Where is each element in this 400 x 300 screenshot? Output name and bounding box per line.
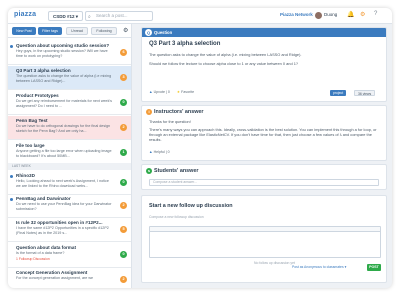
instructor-thanks: Thanks for the question!	[149, 119, 191, 124]
instructor-actions: ▲ Helpful | 0	[149, 150, 170, 154]
favorite-button[interactable]: Favorite	[181, 90, 194, 94]
followup-label: Compose a new followup discussion	[149, 215, 204, 219]
answer-count-badge: 6	[120, 49, 127, 56]
post-preview: Do we need to use your PennBag idea for …	[16, 202, 112, 211]
bell-icon[interactable]: 🔔	[347, 11, 354, 18]
user-name[interactable]: Duong	[324, 12, 337, 17]
day-separator: LAST WEEK	[8, 163, 131, 170]
post-preview: Do we get any reimbursement for material…	[16, 99, 113, 108]
post-title: Product Prototypes	[16, 93, 59, 98]
post-as-selector[interactable]: Post as Anonymous to classmates ▾	[292, 265, 346, 269]
question-header: Q Question	[142, 28, 386, 37]
following-filter[interactable]: Following	[91, 27, 117, 35]
student-answer-title: Students' answer	[154, 168, 199, 174]
post-list-item[interactable]: Penn Bag Test Do we have to do orthogonal…	[8, 116, 131, 140]
followup-badge: 1 Followup Discussion	[16, 257, 50, 261]
post-title: Penn Bag Test	[16, 118, 48, 123]
app-window: piazza CSDD #12 ▾ ⌕ Search a post... Pia…	[8, 8, 392, 288]
logo[interactable]: piazza	[14, 11, 36, 18]
answer-count-badge: 1	[120, 149, 127, 156]
gear-icon[interactable]: ⚙	[123, 27, 128, 34]
post-list-item[interactable]: Concept Generation Assignment For the con…	[8, 268, 131, 288]
post-title: Concept Generation Assignment	[16, 270, 88, 275]
upvote-icon[interactable]: ▲	[149, 90, 153, 94]
folder-tag[interactable]: project	[330, 90, 347, 96]
question-card: Q Question Q3 Part 3 alpha selection The…	[141, 27, 387, 102]
post-list-item[interactable]: Question about data format Is the format …	[8, 243, 131, 268]
instructor-answer-card: i Instructors' answer Thanks for the que…	[141, 105, 387, 161]
helpful-count[interactable]: Helpful | 0	[154, 150, 170, 154]
post-list-item[interactable]: PennBag and Darwinator Do we need to use …	[8, 194, 131, 218]
post-title: Question about upcoming studio session?	[16, 43, 110, 48]
student-answer-input[interactable]: Compose a student answer...	[149, 179, 379, 186]
answer-count-badge: 3	[120, 74, 127, 81]
question-icon: Q	[145, 29, 152, 36]
post-list-item[interactable]: Is rule 32 opportunities open in #12P2..…	[8, 218, 131, 242]
question-body-1: The question asks to change the value of…	[149, 52, 302, 57]
unread-dot	[10, 198, 13, 201]
thumbs-up-icon[interactable]: ▲	[149, 150, 153, 154]
answer-count-badge: 0	[120, 99, 127, 106]
empty-followups-text: No follow up discussion yet	[254, 261, 295, 265]
post-preview: Hey guys, in the upcoming studio session…	[16, 49, 108, 58]
post-list-panel: New Post Filter tags Unread Following ⚙ …	[8, 24, 132, 288]
upvote-count[interactable]: Upvote | 0	[154, 90, 170, 94]
post-list-item[interactable]: Product Prototypes Do we get any reimburs…	[8, 91, 131, 115]
post-title: File too large	[16, 143, 45, 148]
post-title: Rhino3D	[16, 173, 35, 178]
new-post-button[interactable]: New Post	[12, 27, 36, 35]
post-preview: For the concept generation assignment, a…	[16, 276, 94, 280]
followup-title: Start a new follow up discussion	[149, 203, 233, 209]
post-preview: The question asks to change the value of…	[16, 74, 112, 83]
editor-toolbar[interactable]	[150, 227, 380, 232]
post-list-item[interactable]: File too large Anyone getting a file too …	[8, 141, 131, 165]
instructor-icon: i	[146, 109, 152, 115]
answer-count-badge: 0	[120, 179, 127, 186]
views-badge: 36 views	[354, 90, 376, 96]
question-actions: ▲ Upvote | 0 ★ Favorite	[149, 90, 194, 94]
post-list-item[interactable]: Rhino3D Hello, Looking ahead to next week…	[8, 171, 131, 195]
search-icon: ⌕	[88, 14, 91, 20]
settings-icon[interactable]: ⚙	[360, 11, 365, 18]
answer-count-badge: 0	[120, 251, 127, 258]
post-title: Q3 Part 3 alpha selection	[16, 68, 71, 73]
star-icon[interactable]: ★	[177, 90, 180, 94]
instructor-answer-title: Instructors' answer	[154, 109, 204, 115]
search-placeholder: Search a post...	[96, 13, 128, 18]
post-list-item[interactable]: Q3 Part 3 alpha selection The question as…	[8, 66, 131, 90]
unread-filter[interactable]: Unread	[66, 27, 88, 35]
post-title: Question about data format	[16, 245, 76, 250]
post-preview: I have the same #12P2 Opportunities in a…	[16, 226, 109, 235]
post-list-item[interactable]: Question about upcoming studio session? H…	[8, 41, 131, 65]
search-input[interactable]: ⌕ Search a post...	[85, 11, 153, 21]
question-header-label: Question	[154, 30, 173, 35]
network-link[interactable]: Piazza Network	[280, 12, 313, 17]
question-title: Q3 Part 3 alpha selection	[149, 41, 221, 47]
filter-tags-button[interactable]: Filter tags	[38, 27, 62, 35]
answer-count-badge: 2	[120, 202, 127, 209]
unread-dot	[10, 175, 13, 178]
post-preview: Do we have to do orthogonal drawings for…	[16, 124, 111, 133]
instructor-answer-body: There's many ways you can approach this.…	[149, 127, 377, 142]
unread-dot	[10, 45, 13, 48]
answer-count-badge: 5	[120, 226, 127, 233]
post-preview: Anyone getting a file too large error wh…	[16, 149, 112, 158]
post-button[interactable]: POST	[367, 264, 381, 271]
followup-card: Start a new follow up discussion Compose…	[141, 195, 387, 283]
student-icon: s	[146, 168, 152, 174]
post-title: Is rule 32 opportunities open in #12P2..…	[16, 220, 103, 225]
student-answer-card: s Students' answer Compose a student ans…	[141, 164, 387, 190]
post-preview: Hello, Looking ahead to next week's Assi…	[16, 179, 109, 188]
avatar[interactable]	[315, 12, 322, 19]
list-toolbar: New Post Filter tags Unread Following ⚙	[8, 24, 131, 38]
post-title: PennBag and Darwinator	[16, 196, 71, 201]
top-bar: piazza CSDD #12 ▾ ⌕ Search a post... Pia…	[8, 8, 392, 24]
answer-count-badge: 2	[120, 276, 127, 283]
answer-count-badge: 2	[120, 124, 127, 131]
followup-editor[interactable]	[149, 226, 381, 258]
class-selector[interactable]: CSDD #12 ▾	[48, 11, 84, 21]
help-icon[interactable]: ?	[374, 11, 377, 17]
question-body-2: Should we follow the lecture to choose a…	[149, 61, 299, 66]
